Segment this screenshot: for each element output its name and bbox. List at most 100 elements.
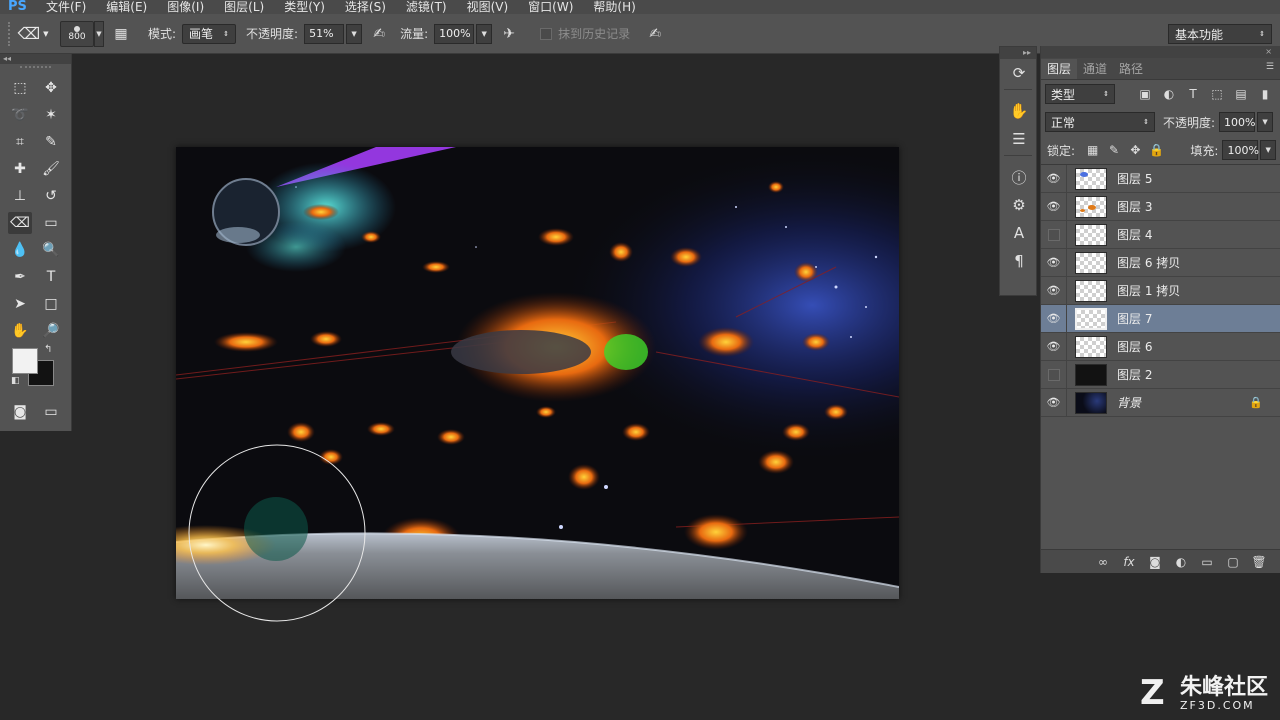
layer-row[interactable]: 👁 图层 3 [1041, 192, 1280, 221]
brush-panel-toggle-icon[interactable]: ▦ [110, 23, 132, 45]
menu-image[interactable]: 图像(I) [167, 1, 204, 13]
screen-mode-icon[interactable]: ▭ [39, 401, 63, 423]
filter-toggle-icon[interactable]: ▮ [1255, 84, 1275, 104]
dodge-tool-icon[interactable]: 🔍 [39, 239, 63, 261]
blur-tool-icon[interactable]: 💧 [8, 239, 32, 261]
menu-layer[interactable]: 图层(L) [224, 1, 264, 13]
tools-panel-collapse[interactable]: ◂◂ [0, 54, 71, 64]
brush-preset-picker[interactable]: 800 [60, 20, 94, 47]
filter-shape-icon[interactable]: ⬚ [1207, 84, 1227, 104]
panel-menu-icon[interactable]: ☰ [1266, 62, 1274, 72]
move-tool-icon[interactable]: ✥ [39, 77, 63, 99]
fill-input[interactable]: 100% [1222, 140, 1259, 160]
tab-layers[interactable]: 图层 [1041, 59, 1078, 79]
hand-tool-icon[interactable]: ✋ [8, 320, 32, 342]
layer-opacity-input[interactable]: 100% [1219, 112, 1256, 132]
layer-row-selected[interactable]: 👁 图层 7 [1041, 304, 1280, 333]
strip-expand-toggle[interactable]: ▸▸ [1000, 47, 1036, 59]
eyedropper-tool-icon[interactable]: ✎ [39, 131, 63, 153]
visibility-eye-icon[interactable]: 👁 [1041, 388, 1067, 417]
mode-select[interactable]: 画笔 ⇕ [182, 23, 237, 44]
eraser-tool-preset-icon[interactable]: ⌫ ▼ [14, 21, 52, 47]
workspace-select[interactable]: 基本功能 ⇕ [1168, 24, 1272, 44]
history-brush-tool-icon[interactable]: ↺ [39, 185, 63, 207]
layer-row[interactable]: 👁 图层 6 拷贝 [1041, 248, 1280, 277]
layer-row[interactable]: 👁 图层 5 [1041, 164, 1280, 193]
history-panel-icon[interactable]: ⟳ [1000, 59, 1038, 87]
link-layers-icon[interactable]: ∞ [1090, 555, 1116, 569]
new-group-icon[interactable]: ▭ [1194, 555, 1220, 569]
layer-filter-select[interactable]: 类型 ⇕ [1045, 84, 1115, 104]
swap-colors-icon[interactable]: ↰ [44, 344, 52, 355]
eraser-tool-icon[interactable]: ⌫ [8, 211, 32, 234]
delete-layer-icon[interactable]: 🗑 [1246, 555, 1272, 569]
marquee-tool-icon[interactable]: ⬚ [8, 77, 32, 99]
crop-tool-icon[interactable]: ⌗ [8, 131, 32, 153]
pressure-size-icon[interactable]: ✍ [644, 23, 666, 45]
lasso-tool-icon[interactable]: ➰ [8, 104, 32, 126]
visibility-eye-icon[interactable]: 👁 [1041, 304, 1067, 333]
filter-adjustment-icon[interactable]: ◐ [1159, 84, 1179, 104]
lock-all-icon[interactable]: 🔒 [1147, 143, 1166, 157]
layer-row[interactable]: 图层 4 [1041, 220, 1280, 249]
menu-file[interactable]: 文件(F) [46, 1, 86, 13]
fill-dropdown[interactable]: ▼ [1260, 140, 1277, 160]
pressure-opacity-icon[interactable]: ✍ [368, 23, 390, 45]
menu-select[interactable]: 选择(S) [345, 1, 386, 13]
filter-pixel-icon[interactable]: ▣ [1135, 84, 1155, 104]
layer-opacity-dropdown[interactable]: ▼ [1257, 112, 1274, 132]
layer-row[interactable]: 👁 图层 6 [1041, 332, 1280, 361]
clone-stamp-tool-icon[interactable]: ⊥ [8, 185, 32, 207]
brush-panel-icon[interactable]: ✋ [1000, 97, 1038, 125]
flow-dropdown[interactable]: ▼ [476, 23, 493, 44]
magic-wand-tool-icon[interactable]: ✶ [39, 104, 63, 126]
menu-help[interactable]: 帮助(H) [593, 1, 635, 13]
zoom-tool-icon[interactable]: 🔎 [39, 320, 63, 342]
opacity-input[interactable]: 51% [304, 23, 345, 44]
quick-mask-icon[interactable]: ◙ [8, 401, 32, 423]
tools-panel-grip[interactable] [20, 66, 51, 72]
type-tool-icon[interactable]: T [39, 266, 63, 288]
adjustment-layer-icon[interactable]: ◐ [1168, 555, 1194, 569]
layer-style-icon[interactable]: fx [1116, 555, 1142, 569]
visibility-toggle-off[interactable] [1041, 220, 1067, 249]
layer-row[interactable]: 图层 2 [1041, 360, 1280, 389]
lock-position-icon[interactable]: ✥ [1126, 143, 1145, 157]
visibility-eye-icon[interactable]: 👁 [1041, 192, 1067, 221]
brush-tool-icon[interactable]: 🖌 [39, 158, 63, 180]
rectangle-tool-icon[interactable]: □ [39, 293, 63, 315]
filter-type-icon[interactable]: T [1183, 84, 1203, 104]
menu-edit[interactable]: 编辑(E) [106, 1, 147, 13]
properties-panel-icon[interactable]: ⚙ [1000, 191, 1038, 219]
menu-filter[interactable]: 滤镜(T) [406, 1, 447, 13]
info-panel-icon[interactable]: ⓘ [1000, 163, 1038, 191]
paragraph-panel-icon[interactable]: ¶ [1000, 247, 1038, 275]
flow-input[interactable]: 100% [434, 23, 475, 44]
visibility-eye-icon[interactable]: 👁 [1041, 332, 1067, 361]
filter-smart-object-icon[interactable]: ▤ [1231, 84, 1251, 104]
airbrush-icon[interactable]: ✈ [498, 23, 520, 45]
character-panel-icon[interactable]: A [1000, 219, 1038, 247]
visibility-toggle-off[interactable] [1041, 360, 1067, 389]
tab-channels[interactable]: 通道 [1077, 59, 1113, 79]
brush-picker-dropdown[interactable]: ▼ [94, 20, 104, 47]
menu-view[interactable]: 视图(V) [467, 1, 509, 13]
healing-brush-tool-icon[interactable]: ✚ [8, 158, 32, 180]
erase-to-history-checkbox[interactable] [540, 27, 553, 40]
layer-row[interactable]: 👁 图层 1 拷贝 [1041, 276, 1280, 305]
lock-transparency-icon[interactable]: ▦ [1083, 143, 1102, 157]
menu-type[interactable]: 类型(Y) [284, 1, 325, 13]
opacity-dropdown[interactable]: ▼ [346, 23, 363, 44]
gradient-tool-icon[interactable]: ▭ [39, 212, 63, 234]
add-mask-icon[interactable]: ◙ [1142, 555, 1168, 569]
visibility-eye-icon[interactable]: 👁 [1041, 164, 1067, 193]
visibility-eye-icon[interactable]: 👁 [1041, 248, 1067, 277]
layers-panel-collapse[interactable]: × [1041, 46, 1280, 58]
brush-presets-icon[interactable]: ☰ [1000, 125, 1038, 153]
foreground-color-swatch[interactable] [12, 348, 38, 374]
menu-window[interactable]: 窗口(W) [528, 1, 573, 13]
pen-tool-icon[interactable]: ✒ [8, 266, 32, 288]
tab-paths[interactable]: 路径 [1113, 59, 1149, 79]
default-colors-icon[interactable]: ◧ [11, 376, 20, 386]
path-selection-tool-icon[interactable]: ➤ [8, 293, 32, 315]
